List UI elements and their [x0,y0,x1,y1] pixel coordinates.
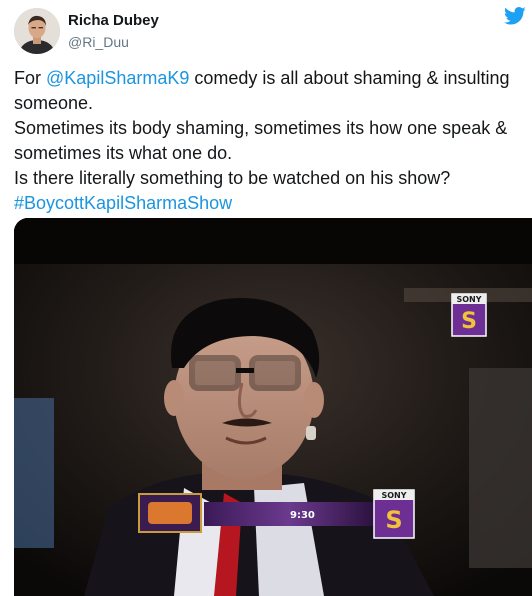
author-handle[interactable]: @Ri_Duu [68,33,159,51]
sony-logo-top-text: SONY [456,295,481,304]
tweet-media-image[interactable]: SONY S 9:30 SONY S [14,218,532,596]
avatar[interactable] [14,8,60,54]
mention-link[interactable]: @KapilSharmaK9 [46,68,189,88]
promo-time: 9:30 [290,510,315,521]
tweet-text-segment: comedy is all about shaming & insulting [189,68,510,88]
twitter-bird-icon[interactable] [504,6,526,26]
tweet-text: For @KapilSharmaK9 comedy is all about s… [14,66,532,216]
sony-logo-bottom-text: SONY [381,491,406,500]
tweet-text-segment: For [14,68,47,88]
tweet-line-1: For @KapilSharmaK9 comedy is all about s… [14,66,532,91]
author-name[interactable]: Richa Dubey [68,12,159,30]
tweet-line-2: someone. [14,93,94,113]
svg-text:S: S [385,506,402,534]
tweet-card: Richa Dubey @Ri_Duu For @KapilSharmaK9 c… [0,0,532,596]
tv-show-still: SONY S 9:30 SONY S [14,218,532,596]
hashtag-link[interactable]: #BoycottKapilSharmaShow [14,191,532,216]
profile-photo [14,8,60,54]
tweet-line-3: Sometimes its body shaming, sometimes it… [14,118,508,138]
tweet-line-4: sometimes its what one do. [14,143,233,163]
svg-text:S: S [461,309,477,334]
tweet-line-5: Is there literally something to be watch… [14,168,451,188]
sony-logo-top: SONY S [451,293,487,337]
author-info: Richa Dubey @Ri_Duu [68,12,159,51]
